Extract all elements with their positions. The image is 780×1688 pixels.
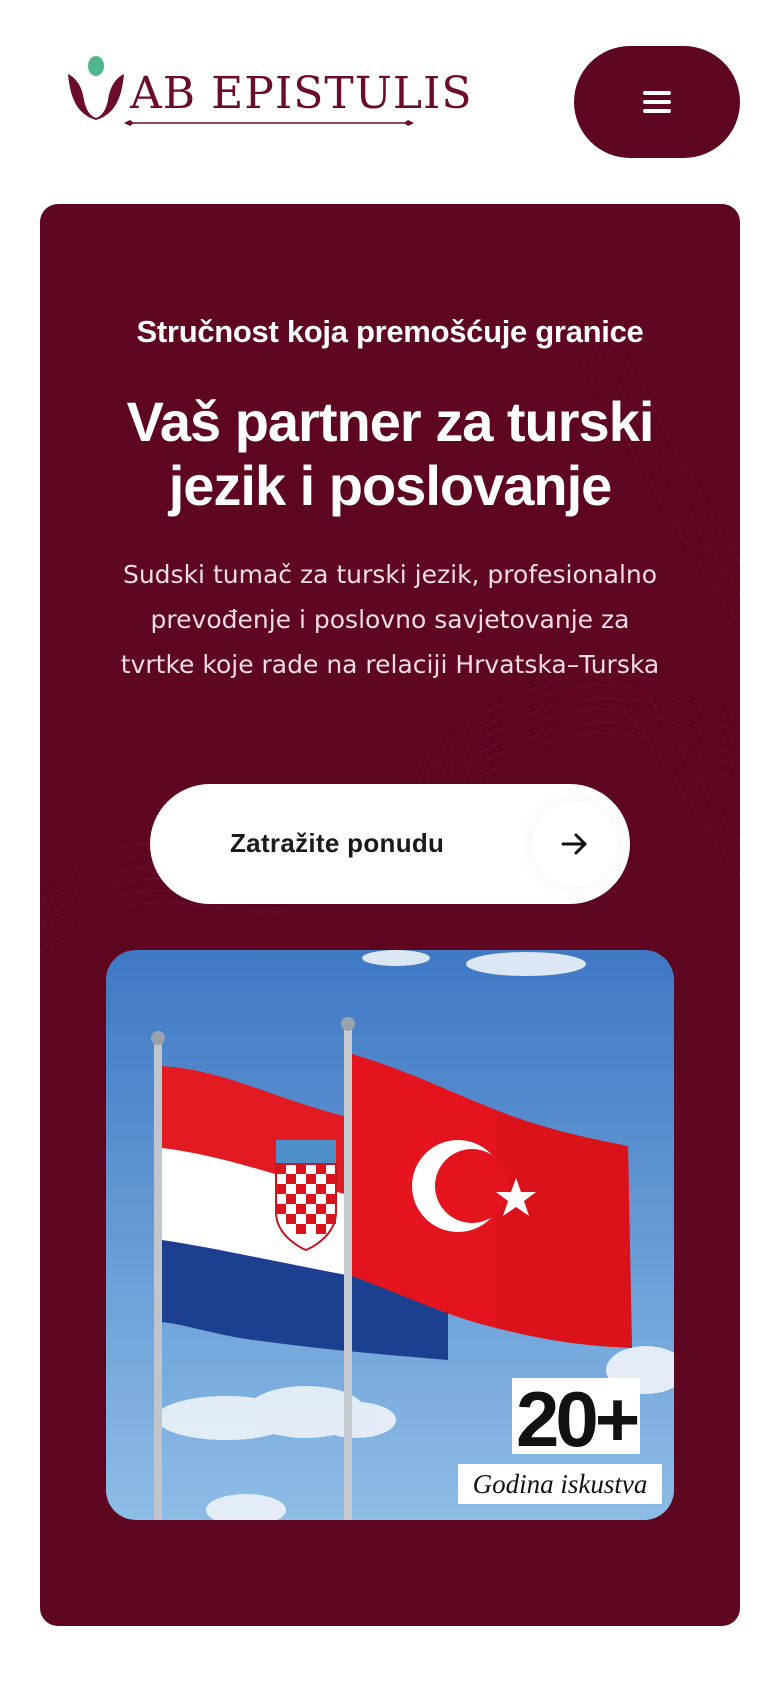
brand-name: AB EPISTULIS — [130, 68, 473, 119]
hamburger-menu-icon — [643, 91, 671, 113]
hero-eyebrow: Stručnost koja premošćuje granice — [136, 314, 644, 349]
tulip-logo-icon — [68, 56, 124, 120]
experience-stat-caption: Godina iskustva — [458, 1464, 662, 1504]
site-header: AB EPISTULIS — [0, 0, 780, 190]
arrow-right-icon — [532, 801, 618, 887]
hero-section: Stručnost koja premošćuje granice Vaš pa… — [40, 204, 740, 1626]
logo-ornament-line — [124, 120, 414, 126]
hero-headline: Vaš partner za turski jezik i poslovanje — [126, 390, 655, 517]
experience-stat-number: 20+ — [512, 1378, 640, 1460]
request-quote-button[interactable]: Zatražite ponudu — [150, 784, 630, 904]
flags-photo: 20+ Godina iskustva — [106, 950, 674, 1520]
request-quote-label: Zatražite ponudu — [230, 828, 445, 858]
site-logo[interactable]: AB EPISTULIS — [66, 56, 472, 136]
menu-button[interactable] — [574, 46, 740, 158]
hero-subtitle: Sudski tumač za turski jezik, profesiona… — [120, 560, 660, 679]
